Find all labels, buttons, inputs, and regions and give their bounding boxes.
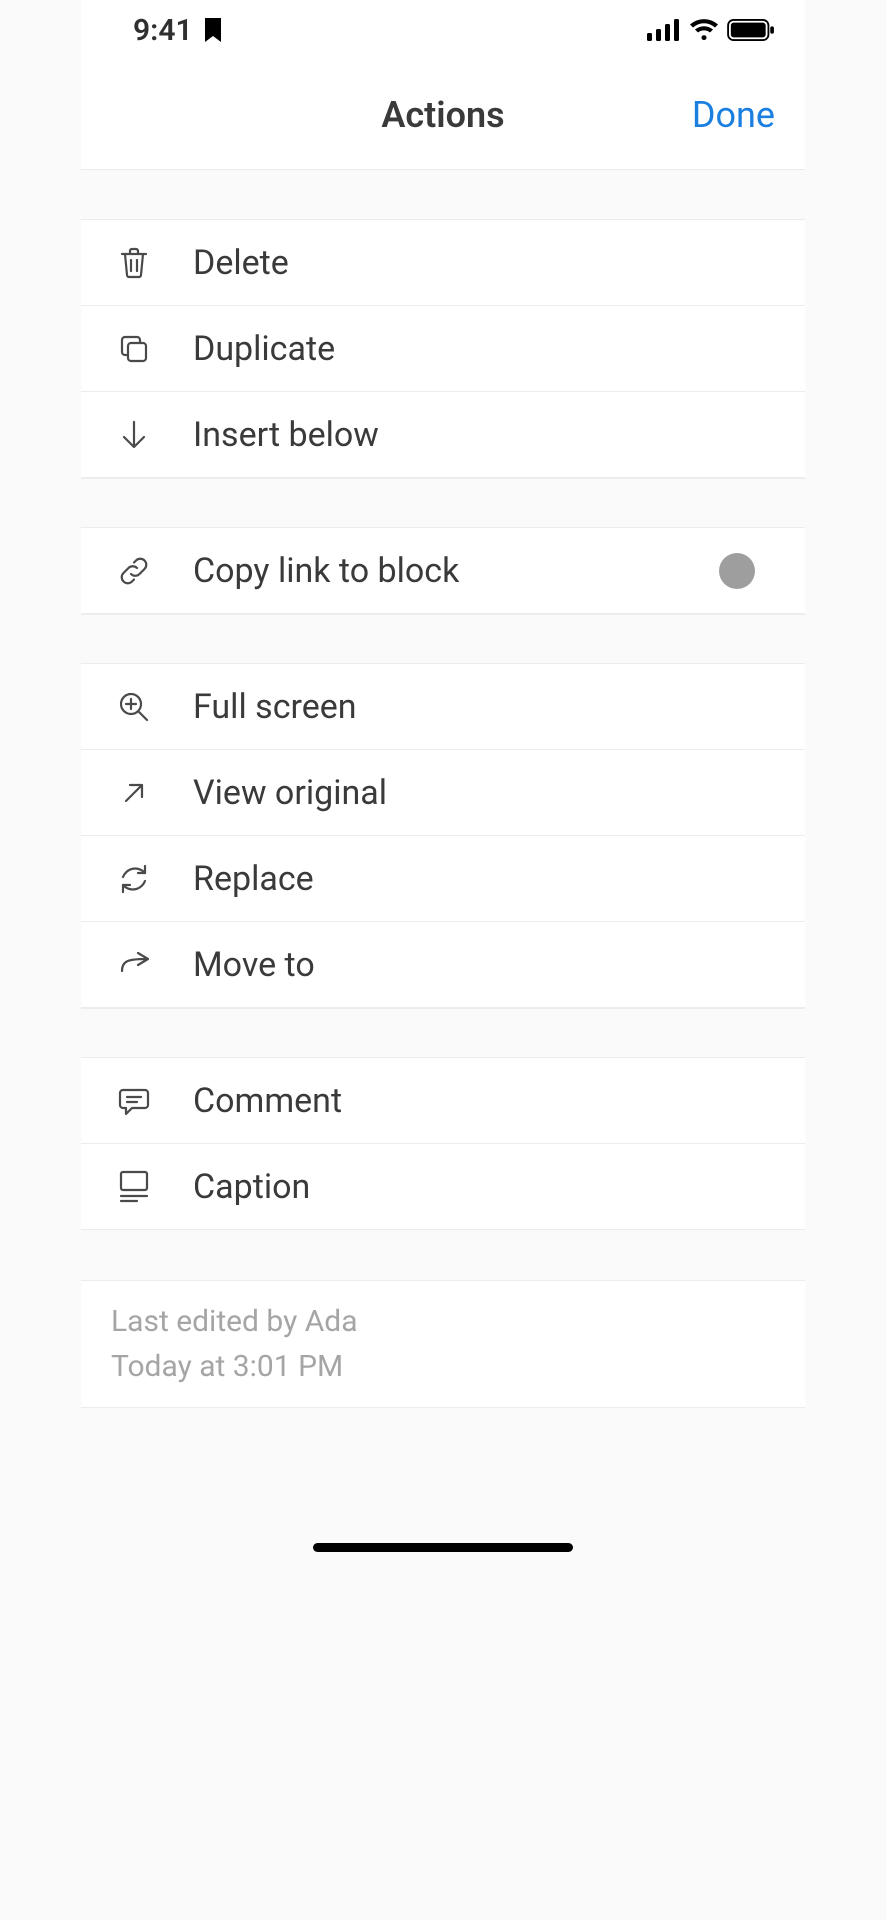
action-label: Duplicate [193,329,335,369]
caption-icon [117,1170,151,1204]
action-label: Comment [193,1081,342,1121]
action-move-to[interactable]: Move to [81,922,805,1008]
bookmark-icon [203,17,223,43]
touch-indicator-icon [719,553,755,589]
footer-info: Last edited by Ada Today at 3:01 PM [81,1280,805,1408]
arrow-up-right-icon [117,776,151,810]
home-indicator[interactable] [313,1543,573,1552]
action-label: Caption [193,1167,310,1207]
last-edited-time: Today at 3:01 PM [111,1344,775,1389]
magnify-plus-icon [117,690,151,724]
action-caption[interactable]: Caption [81,1144,805,1230]
action-replace[interactable]: Replace [81,836,805,922]
duplicate-icon [117,332,151,366]
last-edited-by: Last edited by Ada [111,1299,775,1344]
arrow-down-icon [117,418,151,452]
action-comment[interactable]: Comment [81,1058,805,1144]
action-label: Full screen [193,687,357,727]
status-time: 9:41 [133,13,193,48]
action-label: View original [193,773,387,813]
section-gap [81,614,805,664]
action-label: Insert below [193,415,379,455]
action-duplicate[interactable]: Duplicate [81,306,805,392]
section-gap [81,1230,805,1280]
action-view-original[interactable]: View original [81,750,805,836]
sheet-title: Actions [381,94,504,136]
status-bar: 9:41 [81,0,805,60]
section-gap [81,478,805,528]
refresh-icon [117,862,151,896]
done-button[interactable]: Done [692,94,775,136]
status-left: 9:41 [133,13,223,48]
action-label: Copy link to block [193,551,459,591]
arrow-right-icon [117,948,151,982]
link-icon [117,554,151,588]
trash-icon [117,246,151,280]
cellular-signal-icon [647,19,681,41]
action-label: Delete [193,243,289,283]
comment-icon [117,1084,151,1118]
section-gap [81,1008,805,1058]
section-gap [81,170,805,220]
action-copy-link[interactable]: Copy link to block [81,528,805,614]
battery-icon [727,19,775,41]
action-insert-below[interactable]: Insert below [81,392,805,478]
action-label: Replace [193,859,314,899]
action-label: Move to [193,945,315,985]
sheet-header: Actions Done [81,60,805,170]
action-full-screen[interactable]: Full screen [81,664,805,750]
wifi-icon [689,19,719,41]
actions-sheet: 9:41 [81,0,805,1568]
action-delete[interactable]: Delete [81,220,805,306]
status-right [647,19,775,41]
